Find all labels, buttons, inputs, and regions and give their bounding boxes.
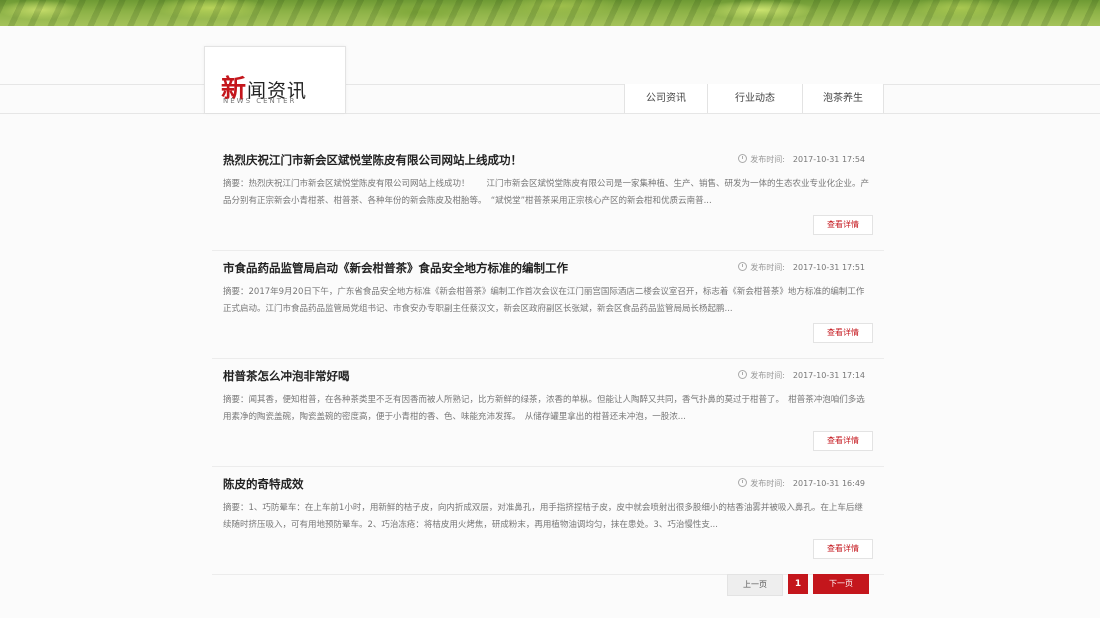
- news-title[interactable]: 陈皮的奇特成效: [223, 476, 723, 492]
- news-summary: 摘要：1、巧防晕车：在上车前1小时，用新鲜的桔子皮，向内折成双层，对准鼻孔，用手…: [223, 503, 863, 530]
- news-title[interactable]: 柑普茶怎么冲泡非常好喝: [223, 368, 723, 384]
- clock-icon: [738, 370, 748, 379]
- time-label: 发布时间:: [750, 263, 785, 272]
- news-item: 热烈庆祝江门市新会区斌悦堂陈皮有限公司网站上线成功！ 发布时间: 2017-10-…: [212, 143, 884, 251]
- news-title[interactable]: 市食品药品监管局启动《新会柑普茶》食品安全地方标准的编制工作: [223, 260, 723, 276]
- clock-icon: [738, 154, 748, 163]
- view-details-button[interactable]: 查看详情: [813, 215, 873, 235]
- time-label: 发布时间:: [750, 371, 785, 380]
- view-details-button[interactable]: 查看详情: [813, 431, 873, 451]
- news-publish-time: 发布时间: 2017-10-31 17:51: [738, 262, 865, 273]
- next-page-button[interactable]: 下一页: [813, 574, 869, 594]
- time-value: 2017-10-31 17:54: [792, 155, 865, 164]
- news-publish-time: 发布时间: 2017-10-31 16:49: [738, 478, 865, 489]
- time-label: 发布时间:: [750, 155, 785, 164]
- news-list: 热烈庆祝江门市新会区斌悦堂陈皮有限公司网站上线成功！ 发布时间: 2017-10-…: [212, 143, 884, 575]
- nav-divider-top: [0, 84, 1100, 85]
- news-summary: 摘要：2017年9月20日下午，广东省食品安全地方标准《新会柑普茶》编制工作首次…: [223, 287, 865, 314]
- pagination: 上一页 1 下一页: [727, 574, 869, 596]
- page-number-current[interactable]: 1: [788, 574, 808, 594]
- logo-subtitle: NEWS CENTER: [223, 97, 297, 105]
- news-publish-time: 发布时间: 2017-10-31 17:14: [738, 370, 865, 381]
- nav-divider-bottom: [0, 113, 1100, 114]
- prev-page-button[interactable]: 上一页: [727, 574, 783, 596]
- view-details-button[interactable]: 查看详情: [813, 323, 873, 343]
- news-item: 柑普茶怎么冲泡非常好喝 发布时间: 2017-10-31 17:14 摘要：闻其香…: [212, 359, 884, 467]
- category-nav: 公司资讯 行业动态 泡茶养生: [624, 84, 884, 113]
- time-value: 2017-10-31 17:14: [792, 371, 865, 380]
- clock-icon: [738, 262, 748, 271]
- time-label: 发布时间:: [750, 479, 785, 488]
- news-summary: 摘要：热烈庆祝江门市新会区斌悦堂陈皮有限公司网站上线成功！ 江门市新会区斌悦堂陈…: [223, 179, 870, 206]
- news-title[interactable]: 热烈庆祝江门市新会区斌悦堂陈皮有限公司网站上线成功！: [223, 152, 723, 168]
- nav-item-company-news[interactable]: 公司资讯: [624, 84, 707, 113]
- nav-item-tea-health[interactable]: 泡茶养生: [802, 84, 884, 113]
- clock-icon: [738, 478, 748, 487]
- time-value: 2017-10-31 17:51: [792, 263, 865, 272]
- news-item: 陈皮的奇特成效 发布时间: 2017-10-31 16:49 摘要：1、巧防晕车：…: [212, 467, 884, 575]
- news-publish-time: 发布时间: 2017-10-31 17:54: [738, 154, 865, 165]
- time-value: 2017-10-31 16:49: [792, 479, 865, 488]
- view-details-button[interactable]: 查看详情: [813, 539, 873, 559]
- news-center-logo: 新闻资讯 NEWS CENTER: [204, 46, 346, 113]
- nav-item-industry-news[interactable]: 行业动态: [707, 84, 802, 113]
- news-summary: 摘要：闻其香，便知柑普，在各种茶类里不乏有因香而被人所熟记，比方新鲜的绿茶，浓香…: [223, 395, 865, 422]
- banner-overlay: [0, 0, 1100, 26]
- news-item: 市食品药品监管局启动《新会柑普茶》食品安全地方标准的编制工作 发布时间: 2017…: [212, 251, 884, 359]
